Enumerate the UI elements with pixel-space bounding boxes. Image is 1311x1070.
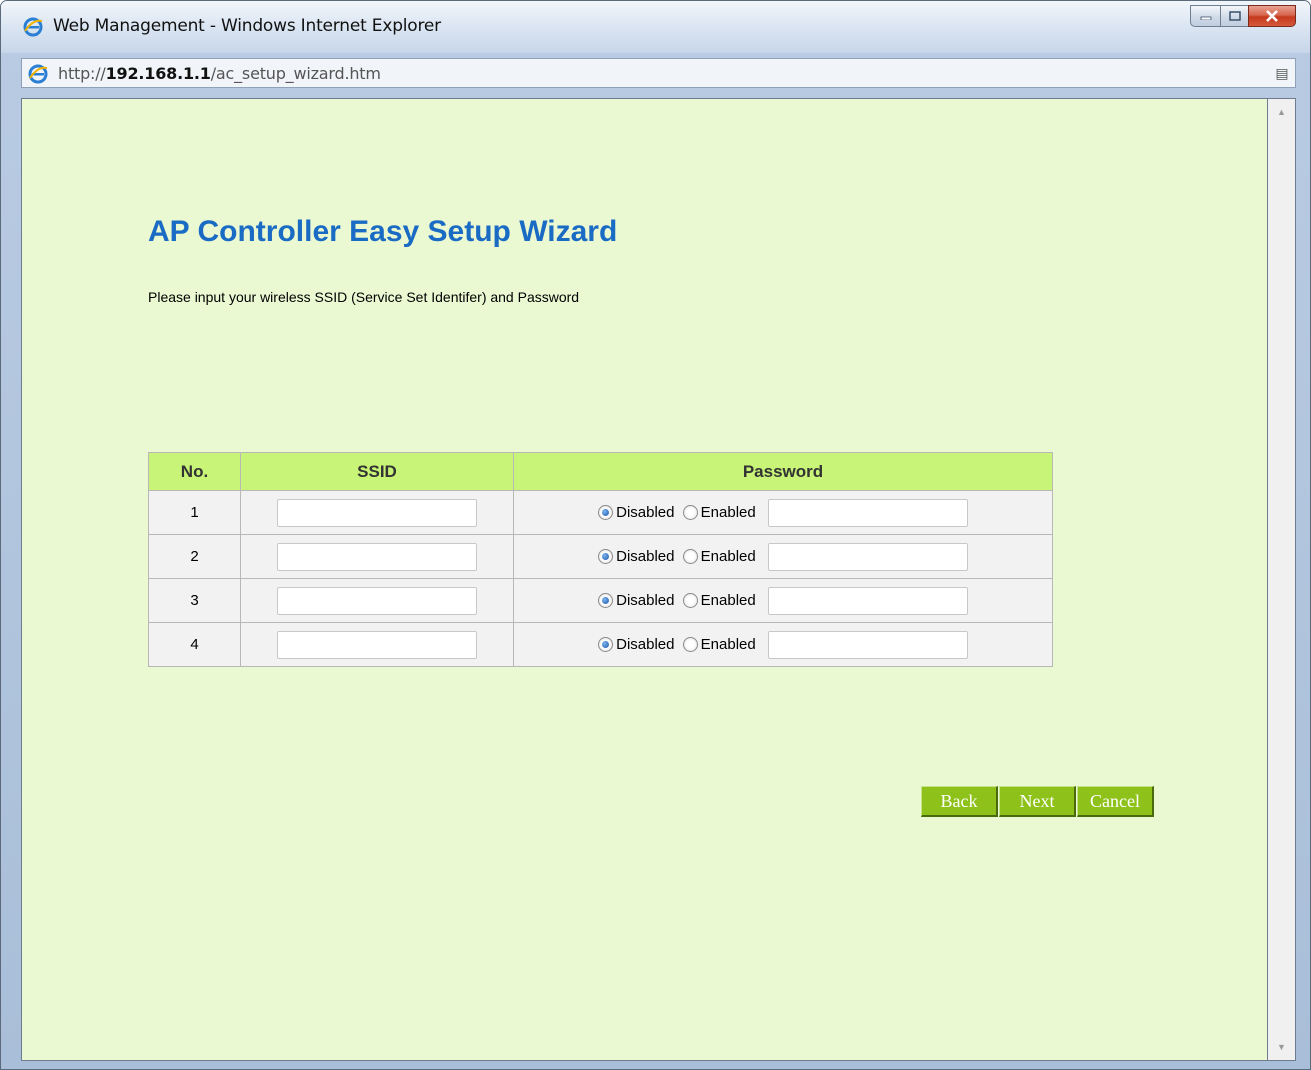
- title-bar[interactable]: Web Management - Windows Internet Explor…: [1, 1, 1310, 53]
- disabled-label: Disabled: [616, 636, 675, 653]
- ssid-input-1[interactable]: [277, 498, 477, 527]
- scroll-up-icon[interactable]: ▲: [1268, 103, 1295, 121]
- password-input-2[interactable]: [767, 542, 968, 571]
- wizard-buttons: Back Next Cancel: [921, 786, 1155, 817]
- enabled-radio-2[interactable]: [682, 549, 698, 564]
- url-path: /ac_setup_wizard.htm: [210, 64, 381, 83]
- header-ssid: SSID: [240, 452, 514, 491]
- maximize-button[interactable]: [1220, 5, 1248, 27]
- enabled-label: Enabled: [700, 504, 756, 521]
- disabled-radio-3[interactable]: [598, 593, 614, 608]
- close-icon: [1266, 10, 1278, 22]
- instructions-text: Please input your wireless SSID (Service…: [148, 289, 580, 305]
- disabled-radio-2[interactable]: [598, 549, 614, 564]
- address-url[interactable]: http://192.168.1.1/ac_setup_wizard.htm: [58, 64, 381, 83]
- page-title: AP Controller Easy Setup Wizard: [148, 215, 618, 248]
- ie-logo-icon: [23, 17, 43, 37]
- disabled-label: Disabled: [616, 504, 675, 521]
- page-content: AP Controller Easy Setup Wizard Please i…: [21, 98, 1268, 1061]
- maximize-icon: [1228, 11, 1241, 21]
- address-bar[interactable]: http://192.168.1.1/ac_setup_wizard.htm ▤: [21, 58, 1296, 88]
- url-scheme: http://: [58, 64, 106, 83]
- enabled-label: Enabled: [700, 592, 756, 609]
- table-row: 2 Disabled Enabled: [148, 534, 1053, 579]
- enabled-radio-3[interactable]: [682, 593, 698, 608]
- minimize-button[interactable]: [1190, 5, 1220, 27]
- table-row: 1 Disabled Enabled: [148, 490, 1053, 535]
- ssid-cell: [240, 622, 514, 667]
- ssid-cell: [240, 534, 514, 579]
- disabled-radio-4[interactable]: [598, 637, 614, 652]
- row-number: 4: [148, 622, 241, 667]
- table-header-row: No. SSID Password: [148, 452, 1053, 491]
- minimize-icon: [1200, 16, 1211, 20]
- ssid-input-4[interactable]: [277, 630, 477, 659]
- enabled-label: Enabled: [700, 636, 756, 653]
- enabled-radio-1[interactable]: [682, 505, 698, 520]
- password-cell: Disabled Enabled: [513, 622, 1053, 667]
- window-title: Web Management - Windows Internet Explor…: [53, 16, 441, 36]
- disabled-label: Disabled: [616, 548, 675, 565]
- password-cell: Disabled Enabled: [513, 534, 1053, 579]
- table-row: 3 Disabled Enabled: [148, 578, 1053, 623]
- window-controls: [1190, 5, 1296, 29]
- ssid-input-2[interactable]: [277, 542, 477, 571]
- password-input-3[interactable]: [767, 586, 968, 615]
- ssid-cell: [240, 490, 514, 535]
- ssid-cell: [240, 578, 514, 623]
- ssid-input-3[interactable]: [277, 586, 477, 615]
- page-compat-icon[interactable]: ▤: [1273, 64, 1291, 82]
- cancel-button[interactable]: Cancel: [1077, 786, 1154, 817]
- row-number: 1: [148, 490, 241, 535]
- browser-window: Web Management - Windows Internet Explor…: [0, 0, 1311, 1070]
- vertical-scrollbar[interactable]: ▲ ▼: [1268, 98, 1296, 1061]
- disabled-label: Disabled: [616, 592, 675, 609]
- enabled-radio-4[interactable]: [682, 637, 698, 652]
- table-row: 4 Disabled Enabled: [148, 622, 1053, 667]
- row-number: 3: [148, 578, 241, 623]
- password-cell: Disabled Enabled: [513, 490, 1053, 535]
- header-password: Password: [513, 452, 1053, 491]
- password-input-1[interactable]: [767, 498, 968, 527]
- enabled-label: Enabled: [700, 548, 756, 565]
- password-cell: Disabled Enabled: [513, 578, 1053, 623]
- close-button[interactable]: [1248, 5, 1296, 27]
- header-no: No.: [148, 452, 241, 491]
- disabled-radio-1[interactable]: [598, 505, 614, 520]
- url-host: 192.168.1.1: [105, 64, 211, 83]
- ie-logo-icon: [28, 64, 48, 84]
- back-button[interactable]: Back: [921, 786, 998, 817]
- ssid-table: No. SSID Password 1 Disabled Enabled 2 D…: [148, 452, 1053, 667]
- next-button[interactable]: Next: [999, 786, 1076, 817]
- password-input-4[interactable]: [767, 630, 968, 659]
- scroll-down-icon[interactable]: ▼: [1268, 1038, 1295, 1056]
- row-number: 2: [148, 534, 241, 579]
